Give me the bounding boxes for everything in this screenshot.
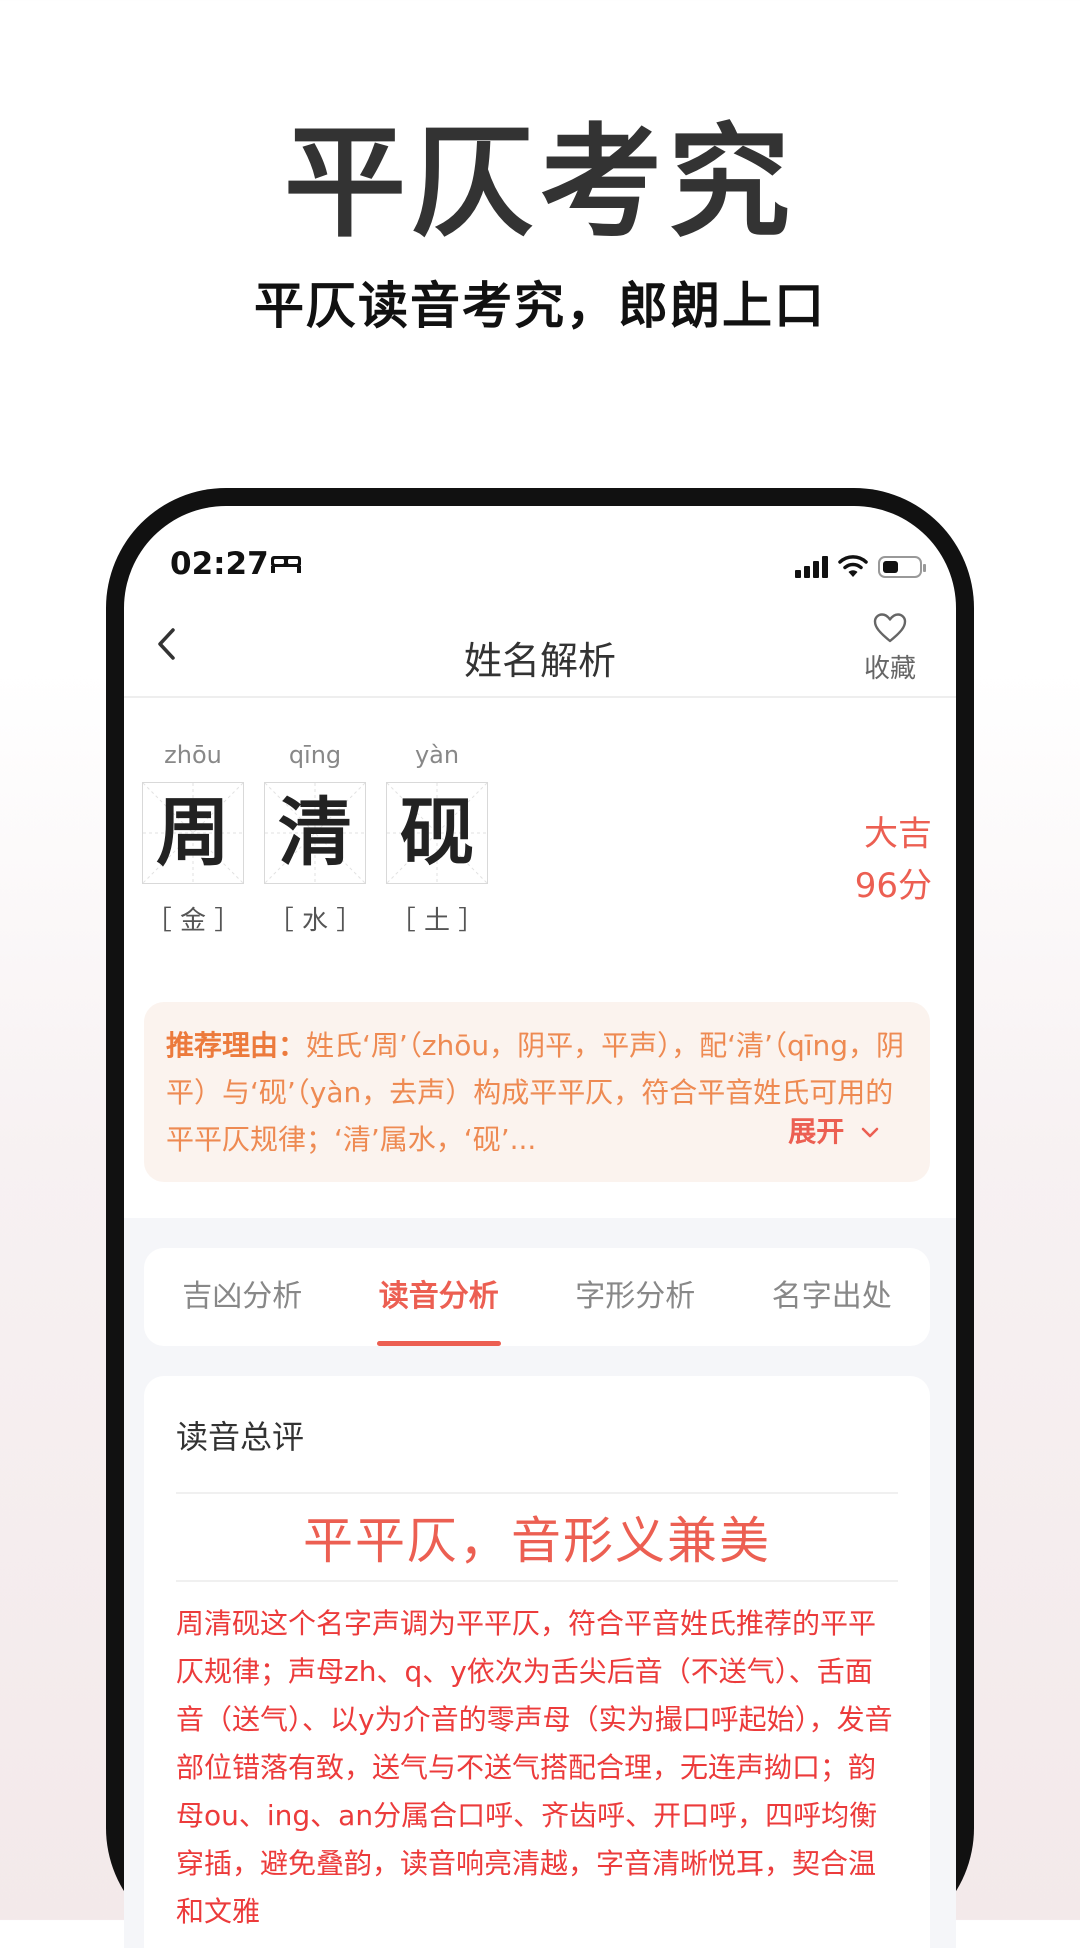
battery-icon xyxy=(878,556,926,578)
name-char-2: qīng 清 ［ 水 ］ xyxy=(264,738,366,937)
promo-subtitle: 平仄读音考究，郎朗上口 xyxy=(254,277,826,335)
pronunciation-headline: 平平仄，音形义兼美 xyxy=(303,1512,771,1570)
pinyin: zhōu xyxy=(164,741,222,769)
five-element: ［ 水 ］ xyxy=(267,906,363,936)
analysis-section: 吉凶分析 读音分析 字形分析 名字出处 读音总评 平平仄，音形义兼美 周清砚这个… xyxy=(124,1218,956,1948)
char-grid: 周 xyxy=(142,782,244,884)
hanzi: 清 xyxy=(278,790,352,876)
expand-label: 展开 xyxy=(788,1115,845,1148)
page-title: 姓名解析 xyxy=(463,639,616,683)
char-grid: 砚 xyxy=(386,782,488,884)
status-icons xyxy=(795,552,926,578)
divider xyxy=(176,1492,898,1494)
favorite-button[interactable]: 收藏 xyxy=(850,612,930,685)
divider xyxy=(176,1580,898,1582)
pronunciation-card: 读音总评 平平仄，音形义兼美 周清砚这个名字声调为平平仄，符合平音姓氏推荐的平平… xyxy=(144,1376,930,1948)
reason-label: 推荐理由： xyxy=(166,1029,307,1062)
analysis-tabs: 吉凶分析 读音分析 字形分析 名字出处 xyxy=(144,1248,930,1346)
char-grid: 清 xyxy=(264,782,366,884)
hanzi: 周 xyxy=(156,790,230,876)
five-element: ［ 金 ］ xyxy=(145,906,241,936)
expand-button[interactable]: 展开 xyxy=(748,1106,908,1158)
name-char-3: yàn 砚 ［ 土 ］ xyxy=(386,738,488,937)
tab-glyph[interactable]: 字形分析 xyxy=(537,1248,734,1346)
wifi-icon xyxy=(838,555,868,577)
pinyin: yàn xyxy=(414,741,460,769)
hanzi: 砚 xyxy=(400,790,474,876)
phone-frame: 02:27 姓名解析 收藏 zhōu 周 ［ 金 ］ qīng 清 ［ 水 ］ … xyxy=(106,488,974,1948)
recommend-reason: 推荐理由：姓氏‘周’（zhōu，阴平，平声），配‘清’（qīng，阴平）与‘砚’… xyxy=(144,1002,930,1182)
pinyin: qīng xyxy=(288,741,342,769)
signal-icon xyxy=(795,556,828,578)
bed-icon xyxy=(271,556,301,573)
rating-label: 大吉 xyxy=(864,814,932,854)
name-char-1: zhōu 周 ［ 金 ］ xyxy=(142,738,244,937)
pronunciation-body: 周清砚这个名字声调为平平仄，符合平音姓氏推荐的平平仄规律；声母zh、q、y依次为… xyxy=(176,1607,893,1928)
name-characters: zhōu 周 ［ 金 ］ qīng 清 ［ 水 ］ yàn 砚 ［ 土 ］ xyxy=(142,738,488,937)
favorite-label: 收藏 xyxy=(863,654,916,684)
name-score: 大吉 96分 xyxy=(855,808,932,912)
five-element: ［ 土 ］ xyxy=(389,906,485,936)
phone-screen: 02:27 姓名解析 收藏 zhōu 周 ［ 金 ］ qīng 清 ［ 水 ］ … xyxy=(124,506,956,1948)
tab-origin[interactable]: 名字出处 xyxy=(734,1248,931,1346)
heart-icon xyxy=(873,613,907,643)
section-title: 读音总评 xyxy=(176,1418,305,1456)
tab-pronunciation[interactable]: 读音分析 xyxy=(341,1248,538,1346)
tab-fortune[interactable]: 吉凶分析 xyxy=(144,1248,341,1346)
promo-title: 平仄考究 xyxy=(284,112,796,254)
chevron-down-icon xyxy=(861,1127,879,1138)
nav-bar: 姓名解析 收藏 xyxy=(124,586,956,698)
status-time: 02:27 xyxy=(170,546,269,582)
score-value: 96分 xyxy=(854,866,932,906)
